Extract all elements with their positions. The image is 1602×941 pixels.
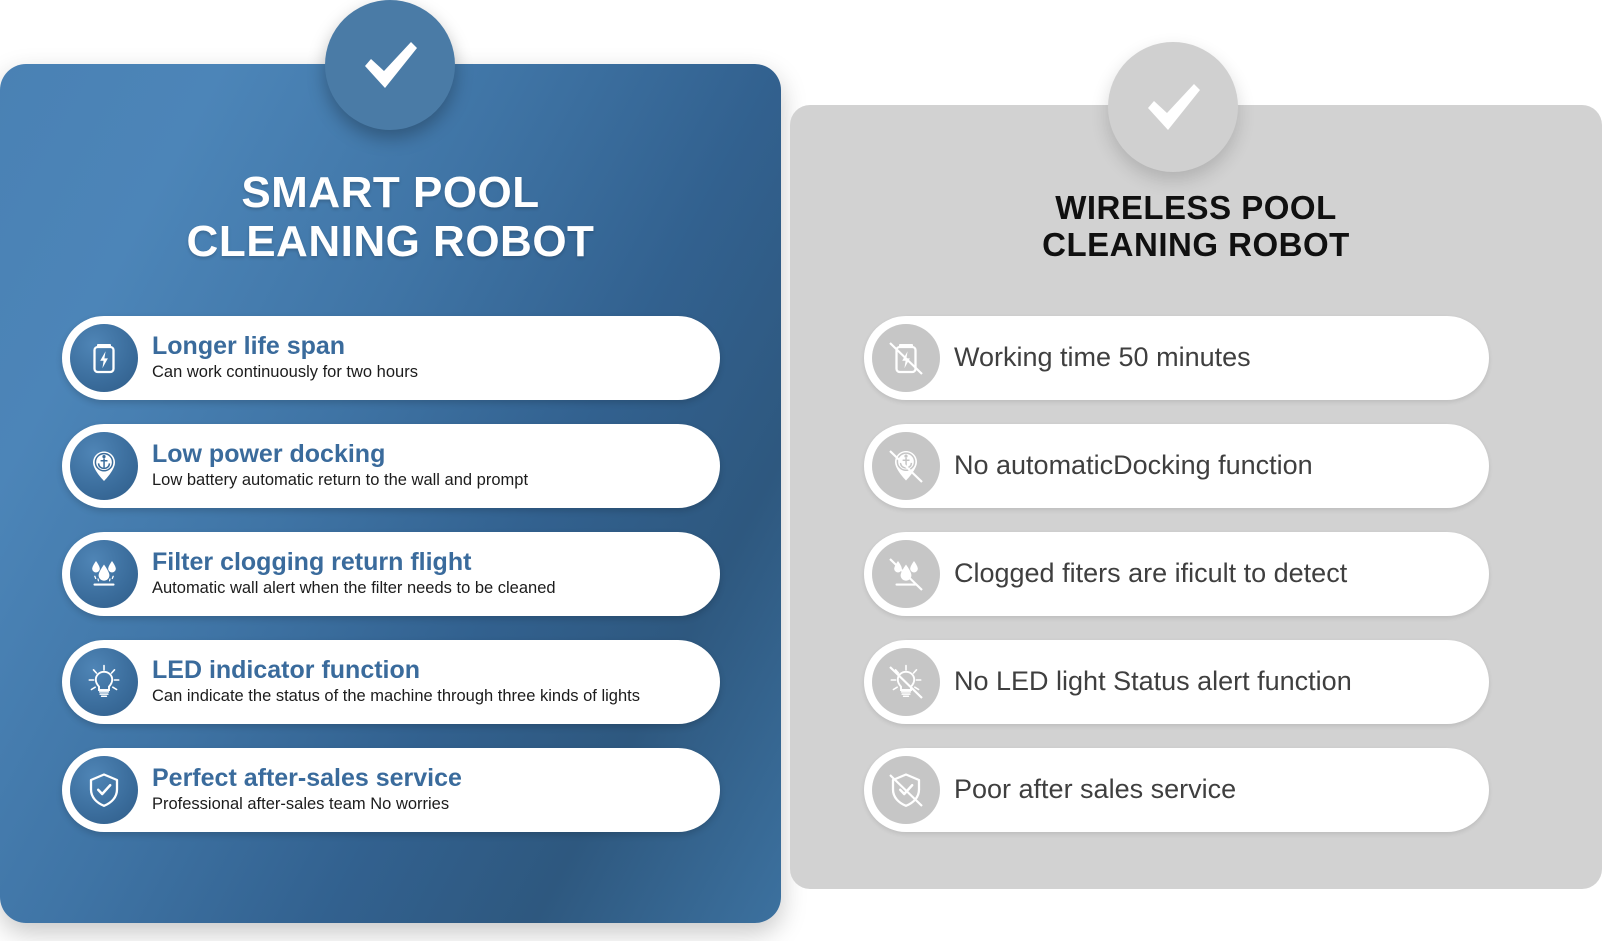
limitation-label: No automaticDocking function — [954, 450, 1313, 481]
feature-title: Low power docking — [152, 440, 386, 469]
limitation-row[interactable]: No automaticDocking function — [864, 424, 1489, 508]
feature-row[interactable]: Filter clogging return flight Automatic … — [62, 532, 720, 616]
water-droplets-filter-disabled-icon — [872, 540, 940, 608]
feature-row[interactable]: Perfect after-sales service Professional… — [62, 748, 720, 832]
limitation-label: Working time 50 minutes — [954, 342, 1251, 373]
limitation-row[interactable]: No LED light Status alert function — [864, 640, 1489, 724]
feature-text: Filter clogging return flight Automatic … — [152, 549, 720, 598]
feature-title: Filter clogging return flight — [152, 548, 472, 577]
limitation-row[interactable]: Poor after sales service — [864, 748, 1489, 832]
feature-description: Can work continuously for two hours — [152, 362, 418, 381]
feature-text: Perfect after-sales service Professional… — [152, 765, 720, 814]
feature-text: LED indicator function Can indicate the … — [152, 657, 720, 706]
feature-description: Can indicate the status of the machine t… — [152, 686, 640, 705]
page-title-line-2: CLEANING ROBOT — [186, 217, 595, 267]
limitation-row[interactable]: Working time 50 minutes — [864, 316, 1489, 400]
battery-bolt-disabled-icon — [872, 324, 940, 392]
page-title-line-1: SMART POOL — [241, 168, 540, 217]
wireless-robot-feature-list: Working time 50 minutes No automaticDock… — [864, 316, 1489, 856]
feature-description: Automatic wall alert when the filter nee… — [152, 578, 556, 597]
limitation-label: No LED light Status alert function — [954, 666, 1352, 697]
feature-text: Longer life span Can work continuously f… — [152, 333, 720, 382]
map-pin-anchor-disabled-icon — [872, 432, 940, 500]
water-droplets-filter-icon — [70, 540, 138, 608]
light-bulb-icon — [70, 648, 138, 716]
shield-check-disabled-icon — [872, 756, 940, 824]
comparison-title-line-2: CLEANING ROBOT — [1042, 225, 1350, 263]
feature-description: Professional after-sales team No worries — [152, 794, 450, 813]
smart-robot-feature-list: Longer life span Can work continuously f… — [62, 316, 720, 856]
feature-text: Low power docking Low battery automatic … — [152, 441, 720, 490]
feature-title: LED indicator function — [152, 656, 421, 685]
feature-title: Longer life span — [152, 332, 346, 361]
check-icon — [1108, 42, 1238, 172]
feature-description: Low battery automatic return to the wall… — [152, 470, 529, 489]
comparison-title: WIRELESS POOL CLEANING ROBOT — [790, 189, 1602, 264]
light-bulb-disabled-icon — [872, 648, 940, 716]
feature-row[interactable]: Low power docking Low battery automatic … — [62, 424, 720, 508]
limitation-label: Poor after sales service — [954, 774, 1237, 805]
check-icon — [325, 0, 455, 130]
comparison-title-line-1: WIRELESS POOL — [1055, 189, 1337, 226]
limitation-row[interactable]: Clogged fiters are ificult to detect — [864, 532, 1489, 616]
page-title: SMART POOL CLEANING ROBOT — [0, 168, 781, 267]
limitation-label: Clogged fiters are ificult to detect — [954, 558, 1348, 589]
battery-bolt-icon — [70, 324, 138, 392]
map-pin-anchor-icon — [70, 432, 138, 500]
shield-check-icon — [70, 756, 138, 824]
feature-title: Perfect after-sales service — [152, 764, 462, 793]
feature-row[interactable]: LED indicator function Can indicate the … — [62, 640, 720, 724]
feature-row[interactable]: Longer life span Can work continuously f… — [62, 316, 720, 400]
